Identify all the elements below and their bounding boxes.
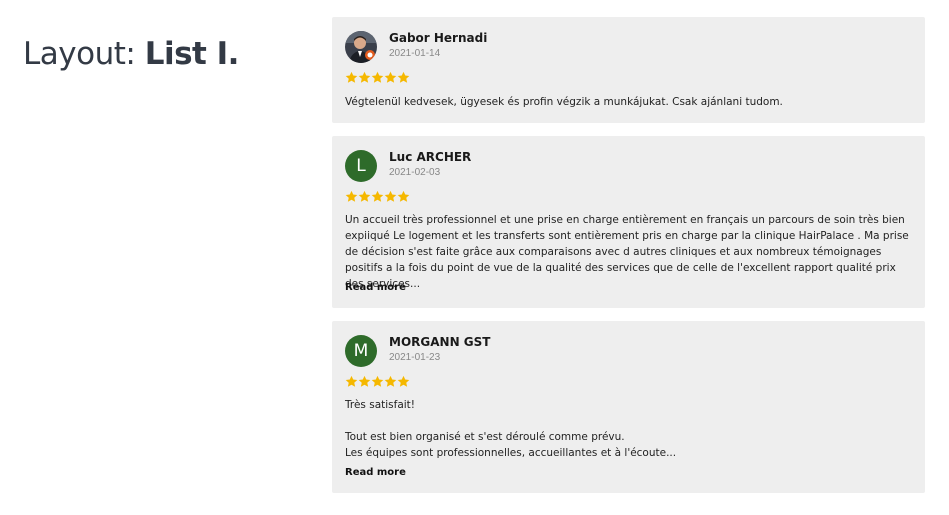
page-title-bold: List I. <box>144 36 240 72</box>
review-text-body: Un accueil très professionnel et une pri… <box>345 214 909 290</box>
page-title-prefix: Layout: <box>23 36 145 72</box>
reviewer-name: Luc ARCHER <box>389 150 472 164</box>
star-rating <box>345 71 410 84</box>
read-more-link[interactable]: Read more <box>345 467 406 478</box>
star-icon <box>345 71 358 83</box>
review-date: 2021-01-14 <box>389 48 441 59</box>
star-icon <box>397 190 410 202</box>
avatar <box>345 31 377 63</box>
star-icon <box>345 190 358 202</box>
user-photo-icon <box>345 31 377 63</box>
star-icon <box>397 71 410 83</box>
page-title: Layout: List I. <box>23 36 239 72</box>
review-text-body: Très satisfait! Tout est bien organisé e… <box>345 399 677 459</box>
avatar: L <box>345 150 377 182</box>
review-text: Un accueil très professionnel et une pri… <box>345 212 915 292</box>
star-icon <box>371 375 384 387</box>
star-icon <box>384 71 397 83</box>
star-icon <box>371 71 384 83</box>
star-icon <box>358 190 371 202</box>
review-text: Végtelenül kedvesek, ügyesek és profin v… <box>345 94 915 110</box>
star-icon <box>371 190 384 202</box>
review-text: Très satisfait! Tout est bien organisé e… <box>345 397 915 461</box>
review-card: M MORGANN GST 2021-01-23 Très satisfait!… <box>332 321 925 493</box>
star-icon <box>345 375 358 387</box>
avatar: M <box>345 335 377 367</box>
star-rating <box>345 190 410 203</box>
star-icon <box>397 375 410 387</box>
reviewer-name: MORGANN GST <box>389 335 491 349</box>
star-icon <box>384 190 397 202</box>
review-text-body: Végtelenül kedvesek, ügyesek és profin v… <box>345 96 783 108</box>
review-card: Gabor Hernadi 2021-01-14 Végtelenül kedv… <box>332 17 925 123</box>
review-card: L Luc ARCHER 2021-02-03 Un accueil très … <box>332 136 925 308</box>
star-icon <box>358 375 371 387</box>
star-icon <box>384 375 397 387</box>
star-rating <box>345 375 410 388</box>
star-icon <box>358 71 371 83</box>
review-date: 2021-02-03 <box>389 167 441 178</box>
reviewer-name: Gabor Hernadi <box>389 31 488 45</box>
read-more-link[interactable]: Read more <box>345 282 406 293</box>
review-date: 2021-01-23 <box>389 352 441 363</box>
